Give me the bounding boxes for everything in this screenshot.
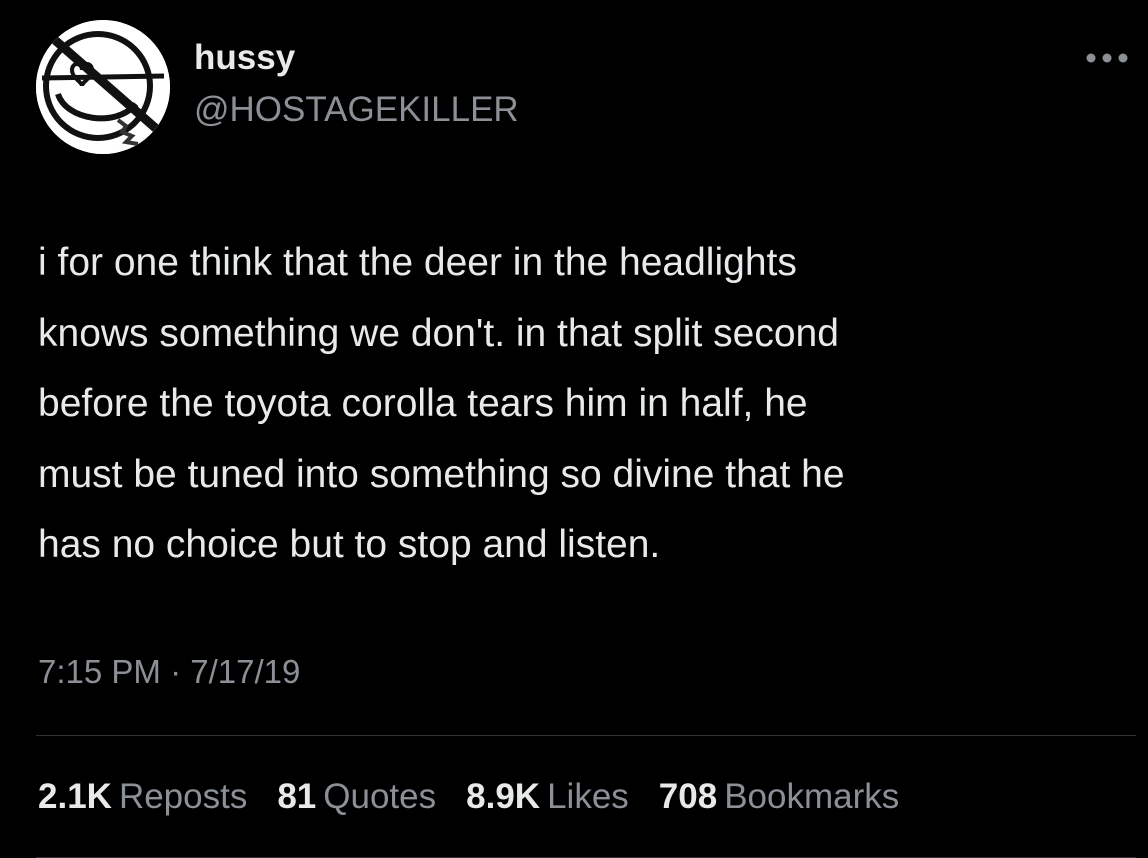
bookmarks-label: Bookmarks — [724, 777, 900, 816]
tweet-time: 7:15 PM — [38, 653, 161, 690]
stat-likes[interactable]: 8.9K Likes — [466, 773, 629, 821]
timestamp-separator: · — [170, 653, 182, 690]
author-handle[interactable]: @HOSTAGEKILLER — [194, 88, 519, 132]
more-options-button[interactable] — [1082, 40, 1132, 76]
smiley-face-crossed-out-icon — [36, 20, 170, 154]
author-display-name[interactable]: hussy — [194, 36, 295, 80]
more-horizontal-icon — [1086, 53, 1128, 63]
avatar[interactable] — [36, 20, 170, 154]
divider — [36, 735, 1136, 736]
tweet: hussy @HOSTAGEKILLER i for one think tha… — [0, 0, 1148, 858]
bookmarks-count: 708 — [658, 777, 718, 816]
stat-quotes[interactable]: 81 Quotes — [277, 773, 436, 821]
likes-label: Likes — [547, 777, 629, 816]
stat-reposts[interactable]: 2.1K Reposts — [38, 773, 247, 821]
likes-count: 8.9K — [466, 777, 541, 816]
stat-bookmarks[interactable]: 708 Bookmarks — [659, 773, 899, 821]
reposts-label: Reposts — [118, 777, 248, 816]
reposts-count: 2.1K — [38, 777, 112, 816]
quotes-label: Quotes — [323, 777, 437, 816]
tweet-text: i for one think that the deer in the hea… — [38, 241, 845, 566]
engagement-stats: 2.1K Reposts 81 Quotes 8.9K Likes 708 Bookma… — [38, 773, 899, 821]
tweet-date: 7/17/19 — [190, 653, 301, 690]
tweet-timestamp[interactable]: 7:15 PM · 7/17/19 — [38, 650, 300, 694]
quotes-count: 81 — [277, 777, 317, 816]
